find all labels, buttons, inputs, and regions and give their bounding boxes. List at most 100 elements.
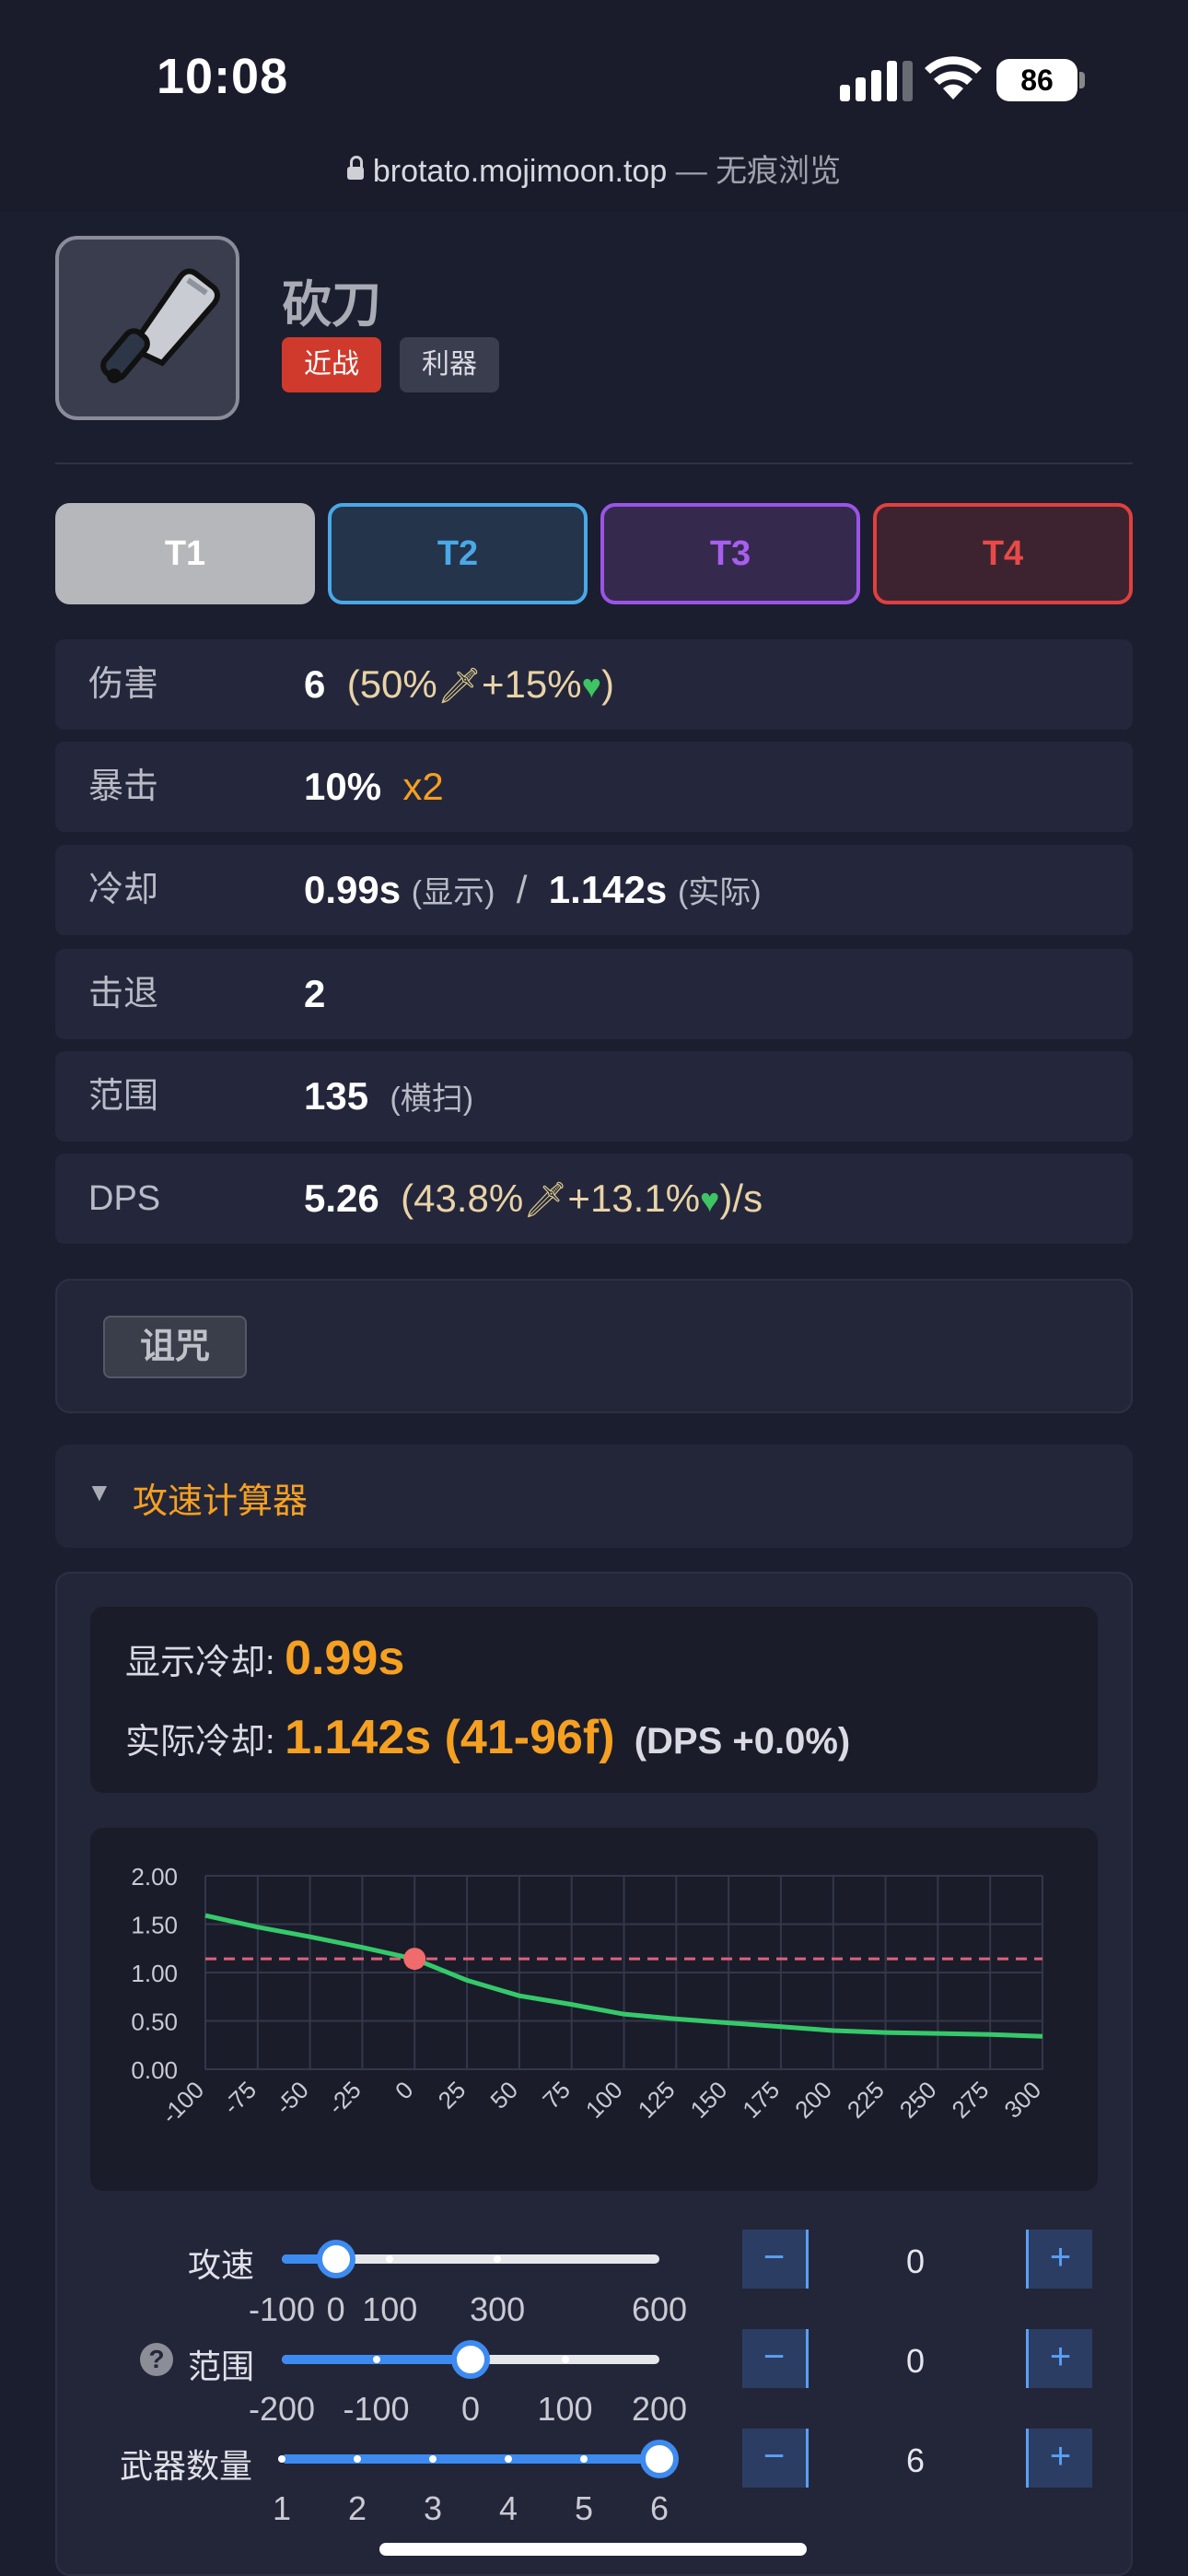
battery-icon: 86 [996, 59, 1077, 101]
paren-close: )/s [719, 1177, 763, 1220]
slider-step-dot [429, 2455, 437, 2463]
slider-thumb[interactable] [640, 2440, 679, 2478]
slider-tick-label: 3 [423, 2489, 443, 2527]
slider-tick-label: -100 [248, 2290, 316, 2328]
slider-tick-label: -200 [248, 2390, 316, 2428]
range-decrement-button[interactable]: − [742, 2329, 809, 2388]
stat-value: 6 (50%🗡+15%♥) [304, 639, 614, 732]
slider-tick-label: 0 [326, 2290, 345, 2328]
tab-tier-3[interactable]: T3 [600, 503, 860, 604]
dps-delta: (DPS +0.0%) [634, 1721, 851, 1762]
private-mode-label: — 无痕浏览 [667, 154, 842, 189]
tab-tier-4[interactable]: T4 [873, 503, 1133, 604]
x-tick-label: 225 [842, 2076, 890, 2124]
weapon-name: 砍刀 [282, 277, 381, 333]
dps-scaling: (43.8% [401, 1177, 524, 1220]
range-note: (横扫) [390, 1082, 474, 1117]
shown-cooldown-row: 显示冷却: 0.99s [125, 1631, 404, 1686]
tab-tier-2[interactable]: T2 [328, 503, 588, 604]
y-tick-label: 2.00 [131, 1863, 178, 1891]
slider-step-dot [386, 2255, 394, 2263]
slider-step-dot [505, 2455, 512, 2463]
damage-scaling-hp: +15% [482, 662, 582, 706]
slider-tick-label: -100 [343, 2390, 410, 2428]
x-tick-label: 100 [580, 2076, 628, 2124]
x-tick-label: 250 [894, 2076, 942, 2124]
weapon-count-slider[interactable] [278, 2440, 679, 2478]
slider-step-dot [561, 2356, 569, 2363]
weapon-count-label: 武器数量 [120, 2447, 253, 2485]
curse-toggle-button[interactable]: 诅咒 [103, 1316, 247, 1378]
atk-speed-decrement-button[interactable]: − [742, 2230, 809, 2289]
paren-close: ) [600, 662, 614, 706]
actual-cooldown-label: 实际冷却: [125, 1723, 275, 1762]
url-bar[interactable]: brotato.mojimoon.top — 无痕浏览 [0, 146, 1188, 191]
tag-sharp: 利器 [400, 337, 499, 392]
slider-tick-label: 6 [649, 2489, 670, 2527]
x-tick-label: 300 [998, 2076, 1046, 2124]
stat-value: 2 [304, 949, 325, 1039]
cellular-signal-icon [840, 61, 914, 101]
weapon-count-increment-button[interactable]: + [1026, 2429, 1092, 2488]
weapon-count-decrement-button[interactable]: − [742, 2429, 809, 2488]
calculator-title: 攻速计算器 [133, 1482, 309, 1521]
slider-tick-label: 5 [574, 2489, 594, 2527]
slider-thumb[interactable] [451, 2340, 490, 2379]
x-tick-label: -25 [322, 2076, 367, 2120]
atk-speed-slider[interactable] [282, 2240, 659, 2278]
cooldown-shown: 0.99s [304, 868, 402, 911]
slider-tick-label: 200 [631, 2390, 688, 2428]
tab-tier-1[interactable]: T1 [55, 503, 315, 604]
curse-panel: 诅咒 [55, 1279, 1133, 1413]
cooldown-chart: 2.00 1.50 1.00 0.50 0.00 -100 -75 -50 -25 0 25 50 75… [90, 1828, 1098, 2191]
weapon-count-ticks: 1 2 3 4 5 6 [273, 2489, 669, 2527]
crit-multiplier: x2 [402, 765, 444, 808]
current-point-marker [403, 1948, 426, 1971]
heart-icon: ♥ [581, 667, 601, 705]
wifi-icon [925, 56, 982, 100]
range-increment-button[interactable]: + [1026, 2329, 1092, 2388]
stat-label: 击退 [88, 975, 159, 1013]
divider [55, 463, 1133, 464]
stat-label: 范围 [88, 1077, 159, 1116]
slider-tick-label: 100 [537, 2390, 593, 2428]
atk-speed-ticks: -100 0 100 300 600 [249, 2290, 687, 2328]
cooldown-chart-svg: 2.001.501.000.500.00-100 -75 -50 -25 0 25 50 75… [131, 1863, 1046, 2129]
sword-icon: 🗡 [523, 1181, 568, 1220]
cooldown-shown-note: (显示) [411, 875, 495, 910]
atk-speed-value[interactable]: 0 [860, 2242, 971, 2281]
tag-melee: 近战 [282, 337, 381, 392]
x-tick-label: 50 [484, 2076, 523, 2114]
atk-speed-increment-button[interactable]: + [1026, 2230, 1092, 2289]
damage-scaling: (50% [346, 662, 437, 706]
slider-thumb[interactable] [316, 2240, 355, 2278]
x-tick-label: 200 [789, 2076, 837, 2124]
x-tick-label: -75 [217, 2076, 262, 2120]
url-host: brotato.mojimoon.top [372, 154, 668, 189]
stat-row-cooldown: 冷却 0.99s (显示) / 1.142s (实际) [55, 845, 1133, 935]
x-tick-label: 125 [633, 2076, 681, 2124]
cleaver-icon [100, 268, 220, 383]
x-tick-label: 25 [433, 2076, 472, 2114]
slider-fill [282, 2454, 659, 2464]
lock-icon [346, 156, 364, 180]
home-indicator[interactable] [379, 2543, 807, 2556]
cooldown-summary: 显示冷却: 0.99s 实际冷却: 1.142s (41-96f) (DPS +… [90, 1607, 1098, 1793]
calculator-toggle[interactable]: ▼ 攻速计算器 [55, 1445, 1133, 1548]
help-icon[interactable]: ? [140, 2343, 173, 2376]
cooldown-actual: 1.142s [548, 868, 668, 911]
knockback-value: 2 [304, 972, 326, 1015]
shown-cooldown-value: 0.99s [285, 1632, 405, 1685]
stat-row-range: 范围 135 (横扫) [55, 1051, 1133, 1142]
range-slider[interactable] [282, 2340, 659, 2379]
y-tick-label: 1.50 [131, 1912, 178, 1939]
weapon-count-value[interactable]: 6 [860, 2441, 971, 2480]
x-tick-label: 175 [737, 2076, 785, 2124]
y-tick-label: 0.00 [131, 2056, 178, 2084]
range-value[interactable]: 0 [860, 2342, 971, 2381]
battery-tip [1079, 72, 1085, 88]
x-tick-label: 150 [684, 2076, 732, 2124]
stat-label: 暴击 [88, 767, 159, 806]
range-label: 范围 [188, 2348, 255, 2385]
stat-row-knockback: 击退 2 [55, 949, 1133, 1039]
